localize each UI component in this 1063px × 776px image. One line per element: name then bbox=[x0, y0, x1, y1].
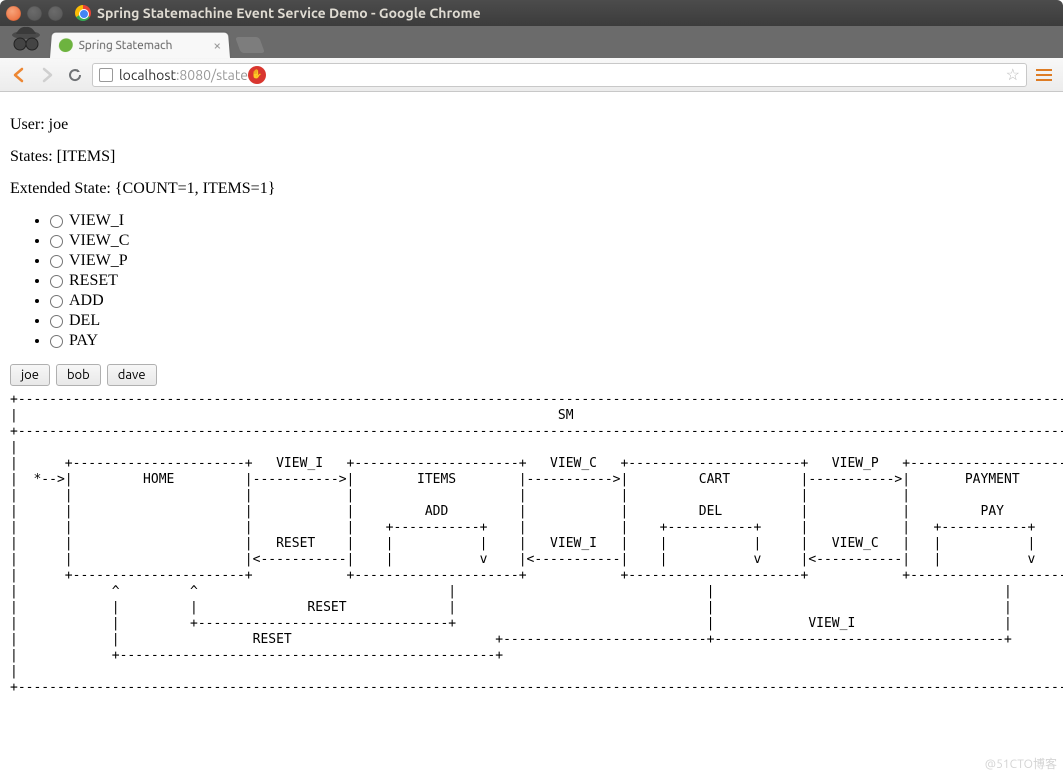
page-icon bbox=[99, 68, 113, 82]
back-button[interactable] bbox=[8, 64, 30, 86]
label-add[interactable]: ADD bbox=[69, 292, 104, 309]
new-tab-button[interactable] bbox=[235, 37, 265, 53]
incognito-icon bbox=[8, 22, 44, 58]
window-title: Spring Statemachine Event Service Demo -… bbox=[97, 5, 481, 21]
user-button-dave[interactable]: dave bbox=[107, 364, 157, 386]
radio-del[interactable] bbox=[50, 315, 63, 328]
radio-add[interactable] bbox=[50, 295, 63, 308]
statemachine-diagram: +---------------------------------------… bbox=[10, 392, 1053, 696]
adblock-icon[interactable]: ✋ bbox=[248, 66, 266, 84]
label-reset[interactable]: RESET bbox=[69, 272, 118, 289]
event-option-view-c: VIEW_C bbox=[50, 232, 1053, 250]
chrome-menu-button[interactable] bbox=[1033, 64, 1055, 86]
user-button-joe[interactable]: joe bbox=[10, 364, 50, 386]
states-line: States: [ITEMS] bbox=[10, 148, 1053, 166]
tab-strip: Spring Statemach × bbox=[0, 26, 1063, 58]
bookmark-star-icon[interactable]: ☆ bbox=[1006, 65, 1020, 84]
radio-view-c[interactable] bbox=[50, 235, 63, 248]
window-close-button[interactable] bbox=[6, 6, 21, 21]
reload-button[interactable] bbox=[64, 64, 86, 86]
event-option-pay: PAY bbox=[50, 332, 1053, 350]
label-pay[interactable]: PAY bbox=[69, 332, 98, 349]
user-button-row: joe bob dave bbox=[10, 364, 1053, 386]
label-view-p[interactable]: VIEW_P bbox=[69, 252, 128, 269]
url-path: :8080/state bbox=[176, 67, 248, 83]
radio-view-i[interactable] bbox=[50, 215, 63, 228]
event-option-view-i: VIEW_I bbox=[50, 212, 1053, 230]
tab-title: Spring Statemach bbox=[78, 39, 209, 52]
event-list: VIEW_I VIEW_C VIEW_P RESET ADD DEL PAY bbox=[10, 212, 1053, 350]
label-view-i[interactable]: VIEW_I bbox=[69, 212, 124, 229]
window-maximize-button[interactable] bbox=[48, 6, 63, 21]
browser-tab[interactable]: Spring Statemach × bbox=[50, 33, 230, 58]
event-option-view-p: VIEW_P bbox=[50, 252, 1053, 270]
tab-close-icon[interactable]: × bbox=[213, 37, 222, 53]
user-line: User: joe bbox=[10, 116, 1053, 134]
radio-reset[interactable] bbox=[50, 275, 63, 288]
address-bar[interactable]: localhost:8080/state ✋ ☆ bbox=[92, 63, 1027, 87]
spring-favicon-icon bbox=[58, 38, 73, 52]
label-del[interactable]: DEL bbox=[69, 312, 100, 329]
forward-button bbox=[36, 64, 58, 86]
watermark: @51CTO博客 bbox=[985, 755, 1057, 772]
event-option-del: DEL bbox=[50, 312, 1053, 330]
label-view-c[interactable]: VIEW_C bbox=[69, 232, 129, 249]
page-content: User: joe States: [ITEMS] Extended State… bbox=[0, 92, 1063, 696]
url-host: localhost bbox=[119, 67, 176, 83]
window-titlebar: Spring Statemachine Event Service Demo -… bbox=[0, 0, 1063, 26]
browser-toolbar: localhost:8080/state ✋ ☆ bbox=[0, 58, 1063, 92]
chrome-icon bbox=[75, 5, 91, 21]
window-minimize-button[interactable] bbox=[27, 6, 42, 21]
radio-view-p[interactable] bbox=[50, 255, 63, 268]
event-option-reset: RESET bbox=[50, 272, 1053, 290]
radio-pay[interactable] bbox=[50, 335, 63, 348]
extended-state-line: Extended State: {COUNT=1, ITEMS=1} bbox=[10, 180, 1053, 198]
user-button-bob[interactable]: bob bbox=[56, 364, 101, 386]
event-option-add: ADD bbox=[50, 292, 1053, 310]
